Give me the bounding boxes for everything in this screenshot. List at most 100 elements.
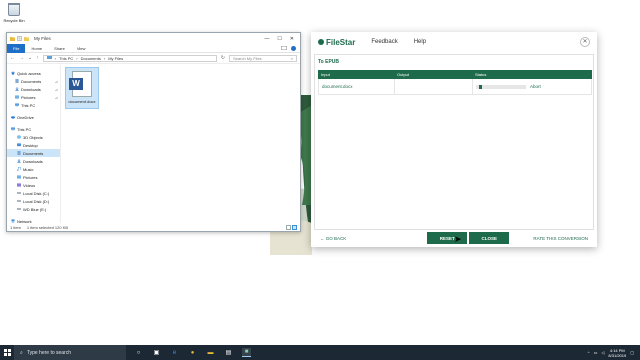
table-row: document.docx Abort — [318, 79, 592, 95]
nav-this-pc[interactable]: This PC — [7, 125, 60, 133]
nav-quick-downloads[interactable]: Downloads ⊿ — [7, 85, 60, 93]
details-view-icon[interactable] — [286, 224, 291, 230]
nav-quick-documents[interactable]: Documents ⊿ — [7, 77, 60, 85]
windows-logo-icon — [3, 349, 11, 356]
filestar-taskbar-icon[interactable]: ■ — [242, 348, 251, 357]
nav-local-disk-c[interactable]: Local Disk (C:) — [7, 189, 60, 197]
nav-quick-pictures[interactable]: Pictures ⊿ — [7, 93, 60, 101]
nav-quick-access[interactable]: Quick access — [7, 69, 60, 77]
status-cell: Abort — [473, 79, 591, 94]
column-output: Output — [397, 72, 410, 77]
properties-icon[interactable] — [17, 36, 22, 41]
this-pc-icon — [11, 127, 15, 131]
edge-icon[interactable]: e — [170, 348, 179, 357]
input-file-link[interactable]: document.docx — [319, 79, 395, 94]
documents-icon — [17, 151, 21, 155]
recycle-bin-shortcut[interactable]: Recycle Bin — [2, 3, 26, 23]
nav-label: Quick access — [17, 70, 41, 76]
search-input[interactable]: Search My Files ⌕ — [229, 54, 297, 62]
nav-label: Pictures — [21, 94, 36, 100]
tab-view[interactable]: View — [71, 44, 92, 53]
nav-desktop[interactable]: Desktop — [7, 141, 60, 149]
nav-label: Local Disk (C:) — [23, 190, 50, 196]
file-explorer-icon[interactable]: ▬ — [206, 348, 215, 357]
nav-downloads[interactable]: Downloads — [7, 157, 60, 165]
pin-icon: ⊿ — [54, 94, 58, 100]
nav-3d-objects[interactable]: 3D Objects — [7, 133, 60, 141]
task-view-icon[interactable]: ▣ — [152, 348, 161, 357]
nav-documents[interactable]: Documents — [7, 149, 60, 157]
star-icon — [11, 71, 15, 75]
rate-conversion-link[interactable]: RATE THIS CONVERSION — [533, 236, 588, 241]
nav-label: Music — [23, 166, 34, 172]
nav-videos[interactable]: Videos — [7, 181, 60, 189]
large-icons-view-icon[interactable] — [292, 224, 297, 230]
recycle-bin-icon — [8, 3, 20, 16]
clock[interactable]: 4:14 PM 8/31/2019 — [608, 348, 626, 358]
folder-icon — [10, 37, 15, 41]
nav-label: This PC — [17, 126, 32, 132]
selection-info: 1 item selected 120 KB — [26, 224, 69, 230]
explorer-body: Quick access Documents ⊿ Downloads ⊿ Pictu… — [7, 65, 300, 224]
nav-music[interactable]: Music — [7, 165, 60, 173]
nav-quick-this-pc[interactable]: This PC — [7, 101, 60, 109]
up-icon[interactable]: ↑ — [36, 55, 39, 61]
abort-link[interactable]: Abort — [530, 84, 541, 89]
nav-wd-blue-e[interactable]: WD Blue (E:) — [7, 205, 60, 213]
nav-label: Videos — [23, 182, 36, 188]
address-bar[interactable]: › This PC › Documents › My Files — [42, 54, 217, 62]
filestar-logo-icon — [318, 39, 324, 45]
file-item[interactable]: W document.docx — [65, 67, 99, 109]
item-count: 1 item — [10, 224, 21, 230]
refresh-icon[interactable]: ↻ — [221, 55, 225, 61]
notifications-icon[interactable]: ▢ — [630, 350, 634, 355]
nav-label: Downloads — [23, 158, 43, 164]
chevron-up-icon[interactable]: ^ — [588, 350, 590, 355]
filestar-window: FileStar Feedback Help ✕ To EPUB Input O… — [311, 32, 597, 247]
back-icon[interactable]: ← — [10, 55, 15, 61]
status-bar: 1 item 1 item selected 120 KB — [7, 223, 300, 231]
menu-feedback[interactable]: Feedback — [371, 39, 397, 45]
breadcrumb-documents[interactable]: Documents — [81, 56, 101, 61]
maximize-button[interactable]: ☐ — [277, 36, 281, 42]
breadcrumb-this-pc[interactable]: This PC — [59, 56, 73, 61]
start-button[interactable] — [0, 345, 14, 360]
nav-onedrive[interactable]: OneDrive — [7, 113, 60, 121]
close-button[interactable]: ✕ — [290, 36, 294, 42]
network-icon[interactable]: ▭ — [594, 350, 598, 355]
chevron-down-icon[interactable]: ⌄ — [28, 55, 32, 61]
chevron-right-icon: › — [103, 55, 106, 61]
new-folder-icon[interactable] — [24, 36, 29, 41]
go-back-link[interactable]: ← GO BACK — [320, 236, 346, 241]
cube-icon — [17, 135, 21, 139]
chevron-right-icon: › — [76, 55, 78, 61]
breadcrumb-my-files[interactable]: My Files — [108, 56, 123, 61]
tab-share[interactable]: Share — [48, 44, 71, 53]
help-icon[interactable] — [291, 45, 296, 51]
this-pc-icon — [46, 56, 52, 59]
tab-home[interactable]: Home — [25, 44, 48, 53]
chrome-icon[interactable]: ● — [188, 348, 197, 357]
cortana-icon[interactable]: ○ — [134, 348, 143, 357]
store-icon[interactable]: ▤ — [224, 348, 233, 357]
nav-local-disk-d[interactable]: Local Disk (D:) — [7, 197, 60, 205]
mouse-cursor-icon: ➤ — [454, 234, 462, 244]
pin-icon: ⊿ — [54, 78, 58, 84]
close-icon[interactable]: ✕ — [580, 37, 590, 47]
forward-icon[interactable]: → — [19, 55, 24, 61]
taskbar-search[interactable]: ⌕ Type here to search — [14, 345, 126, 360]
filestar-header: FileStar Feedback Help ✕ — [311, 32, 597, 52]
volume-icon[interactable]: ◁ — [601, 350, 604, 355]
file-name: document.docx — [68, 99, 96, 104]
videos-icon — [17, 183, 21, 187]
minimize-button[interactable]: — — [264, 36, 269, 42]
tab-file[interactable]: File — [7, 43, 26, 53]
nav-label: WD Blue (E:) — [23, 206, 47, 212]
nav-pictures[interactable]: Pictures — [7, 173, 60, 181]
close-button[interactable]: CLOSE — [469, 232, 510, 244]
expand-ribbon-icon[interactable] — [281, 46, 287, 50]
task-title: To EPUB — [318, 59, 340, 65]
file-list: W document.docx — [61, 65, 300, 223]
clock-time: 4:14 PM — [609, 347, 625, 353]
menu-help[interactable]: Help — [414, 39, 426, 45]
